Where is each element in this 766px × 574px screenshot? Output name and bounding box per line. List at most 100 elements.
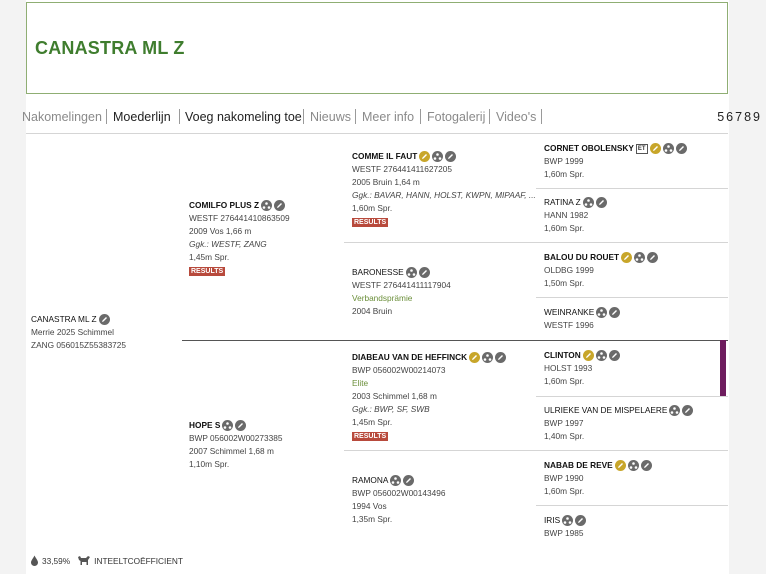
pencil-icon[interactable] [609, 307, 621, 318]
horse-jumping-level: 1,35m Spr. [352, 514, 393, 524]
divider [536, 188, 728, 189]
pencil-icon[interactable] [675, 143, 687, 154]
family-tree-icon[interactable] [595, 350, 607, 361]
family-tree-icon[interactable] [634, 252, 646, 263]
horse-details: 2009 Vos 1,66 m [189, 226, 252, 236]
pencil-icon[interactable] [469, 352, 481, 363]
pencil-icon[interactable] [235, 420, 247, 431]
tab-nakomelingen[interactable]: Nakomelingen [22, 108, 102, 126]
results-button[interactable]: RESULTS [189, 267, 226, 276]
ssd-name-row: RATINA Z [544, 196, 607, 209]
horse-studbooks: Ggk.: BWP, SF, SWB [352, 404, 430, 414]
pencil-icon[interactable] [403, 475, 415, 486]
drop-icon [31, 555, 38, 566]
pencil-icon[interactable] [98, 314, 110, 325]
family-tree-icon[interactable] [482, 352, 494, 363]
family-tree-icon[interactable] [596, 307, 608, 318]
ssd-horse: RATINA Z HANN 1982 1,60m Spr. [544, 196, 607, 235]
family-tree-icon[interactable] [582, 197, 594, 208]
horse-registration: HOLST 1993 [544, 363, 593, 373]
family-tree-icon[interactable] [432, 151, 444, 162]
horse-jumping-level: 1,60m Spr. [544, 486, 585, 496]
pencil-icon[interactable] [621, 252, 633, 263]
results-button[interactable]: RESULTS [352, 218, 389, 227]
family-tree-icon[interactable] [390, 475, 402, 486]
tab-separator [355, 109, 356, 124]
family-tree-icon[interactable] [562, 515, 574, 526]
horse-name[interactable]: RAMONA [352, 474, 388, 487]
ss-name-row: COMME IL FAUT [352, 150, 457, 163]
family-tree-icon[interactable] [222, 420, 234, 431]
horse-name[interactable]: COMME IL FAUT [352, 150, 417, 163]
pagination[interactable]: 56789 [717, 108, 762, 126]
horse-jumping-level: 1,50m Spr. [544, 278, 585, 288]
horse-registration: WESTF 1996 [544, 320, 594, 330]
divider [344, 450, 728, 451]
family-tree-icon[interactable] [627, 460, 639, 471]
horse-rating: Verbandsprämie [352, 293, 413, 303]
pencil-icon[interactable] [575, 515, 587, 526]
tab-meer-info[interactable]: Meer info [362, 108, 414, 126]
horse-details: 2007 Schimmel 1,68 m [189, 446, 274, 456]
divider [536, 297, 728, 298]
page-title: CANASTRA ML Z [35, 38, 185, 58]
horse-registration: BWP 1997 [544, 418, 584, 428]
horse-name[interactable]: CORNET OBOLENSKY [544, 142, 634, 155]
ds-name-row: DIABEAU VAN DE HEFFINCK [352, 351, 507, 364]
horse-name[interactable]: BALOU DU ROUET [544, 251, 619, 264]
horse-name[interactable]: ULRIEKE VAN DE MISPELAERE [544, 404, 667, 417]
pencil-icon[interactable] [682, 405, 694, 416]
pencil-icon[interactable] [418, 267, 430, 278]
horse-jumping-level: 1,45m Spr. [189, 252, 230, 262]
family-tree-icon[interactable] [261, 200, 273, 211]
horse-name[interactable]: IRIS [544, 514, 560, 527]
pencil-icon[interactable] [445, 151, 457, 162]
pencil-icon[interactable] [608, 350, 620, 361]
pencil-icon[interactable] [647, 252, 659, 263]
horse-name[interactable]: NABAB DE REVE [544, 459, 613, 472]
horse-registration: BWP 1985 [544, 528, 584, 538]
horse-details: 2003 Schimmel 1,68 m [352, 391, 437, 401]
tab-fotogalerij[interactable]: Fotogalerij [427, 108, 485, 126]
family-tree-icon[interactable] [669, 405, 681, 416]
horse-name[interactable]: COMILFO PLUS Z [189, 199, 259, 212]
horse-rating: Elite [352, 378, 369, 388]
sds-name-row: BALOU DU ROUET [544, 251, 659, 264]
tab-videos[interactable]: Video's [496, 108, 536, 126]
horse-name[interactable]: BARONESSE [352, 266, 404, 279]
dsd-name-row: ULRIEKE VAN DE MISPELAERE [544, 404, 694, 417]
horse-registration: BWP 1999 [544, 156, 584, 166]
horse-jumping-level: 1,60m Spr. [544, 376, 585, 386]
family-tree-icon[interactable] [405, 267, 417, 278]
sire-name-row: COMILFO PLUS Z [189, 199, 286, 212]
dss-name-row: CLINTON [544, 349, 620, 362]
tab-moederlijn[interactable]: Moederlijn [113, 108, 171, 126]
horse-registration: BWP 1990 [544, 473, 584, 483]
tab-separator [106, 109, 107, 124]
horse-name[interactable]: RATINA Z [544, 196, 581, 209]
tab-nieuws[interactable]: Nieuws [310, 108, 351, 126]
horse-name[interactable]: DIABEAU VAN DE HEFFINCK [352, 351, 467, 364]
horse-name[interactable]: CLINTON [544, 349, 581, 362]
ddd-horse: IRIS BWP 1985 [544, 514, 587, 540]
sdd-horse: WEINRANKE WESTF 1996 [544, 306, 621, 332]
sss-horse: CORNET OBOLENSKY ET BWP 1999 1,60m Spr. [544, 142, 687, 181]
pencil-icon[interactable] [649, 143, 661, 154]
horse-name[interactable]: CANASTRA ML Z [31, 313, 97, 326]
dsd-horse: ULRIEKE VAN DE MISPELAERE BWP 1997 1,40m… [544, 404, 694, 443]
pencil-icon[interactable] [274, 200, 286, 211]
horse-name[interactable]: WEINRANKE [544, 306, 594, 319]
dds-horse: NABAB DE REVE BWP 1990 1,60m Spr. [544, 459, 652, 498]
horse-name[interactable]: HOPE S [189, 419, 220, 432]
results-button[interactable]: RESULTS [352, 432, 389, 441]
pencil-icon[interactable] [595, 197, 607, 208]
pencil-icon[interactable] [640, 460, 652, 471]
pencil-icon[interactable] [495, 352, 507, 363]
pencil-icon[interactable] [582, 350, 594, 361]
pencil-icon[interactable] [614, 460, 626, 471]
dam-dam-horse: RAMONA BWP 056002W00143496 1994 Vos 1,35… [352, 474, 446, 526]
tab-voeg-nakomeling-toe[interactable]: Voeg nakomeling toe [185, 108, 302, 126]
family-tree-icon[interactable] [662, 143, 674, 154]
pencil-icon[interactable] [419, 151, 431, 162]
left-margin [0, 0, 26, 574]
